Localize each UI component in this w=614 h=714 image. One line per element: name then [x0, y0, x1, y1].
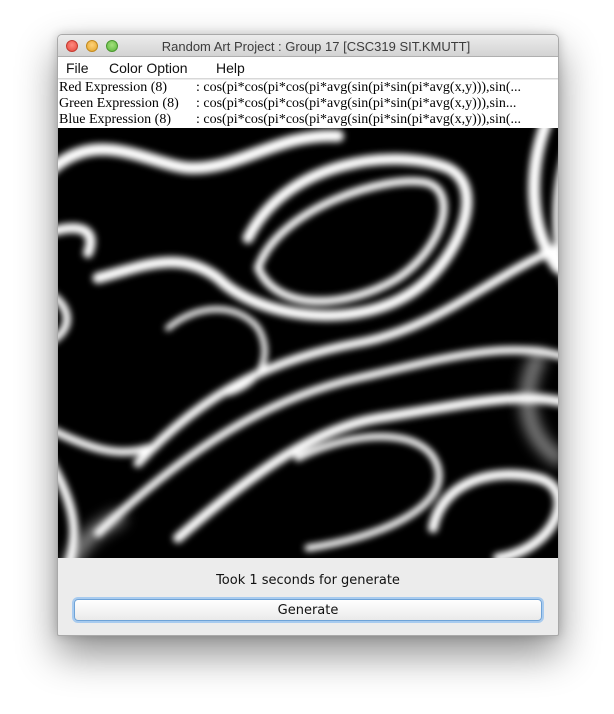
- green-expression-value: : cos(pi*cos(pi*cos(pi*avg(sin(pi*sin(pi…: [196, 96, 517, 111]
- app-window: Random Art Project : Group 17 [CSC319 SI…: [57, 34, 559, 636]
- blue-expression-value: : cos(pi*cos(pi*cos(pi*avg(sin(pi*sin(pi…: [196, 112, 522, 127]
- generation-status: Took 1 seconds for generate: [216, 573, 400, 588]
- green-expression-label: Green Expression (8): [59, 96, 179, 111]
- title-bar[interactable]: Random Art Project : Group 17 [CSC319 SI…: [58, 35, 558, 57]
- red-expression-row: Red Expression (8) : cos(pi*cos(pi*cos(p…: [58, 80, 558, 96]
- red-expression-value: : cos(pi*cos(pi*cos(pi*avg(sin(pi*sin(pi…: [196, 80, 522, 95]
- generate-button[interactable]: Generate: [74, 599, 542, 621]
- menu-bar: File Color Option Help: [58, 57, 558, 79]
- red-expression-label: Red Expression (8): [59, 80, 168, 95]
- random-art-canvas: [58, 128, 558, 558]
- green-expression-row: Green Expression (8) : cos(pi*cos(pi*cos…: [58, 96, 558, 112]
- random-art-image: [58, 128, 558, 558]
- menu-color-option[interactable]: Color Option: [109, 60, 188, 76]
- menu-help[interactable]: Help: [216, 60, 245, 76]
- menu-file[interactable]: File: [66, 60, 89, 76]
- window-title: Random Art Project : Group 17 [CSC319 SI…: [161, 39, 471, 54]
- blue-expression-label: Blue Expression (8): [59, 112, 171, 127]
- blue-expression-row: Blue Expression (8) : cos(pi*cos(pi*cos(…: [58, 112, 558, 128]
